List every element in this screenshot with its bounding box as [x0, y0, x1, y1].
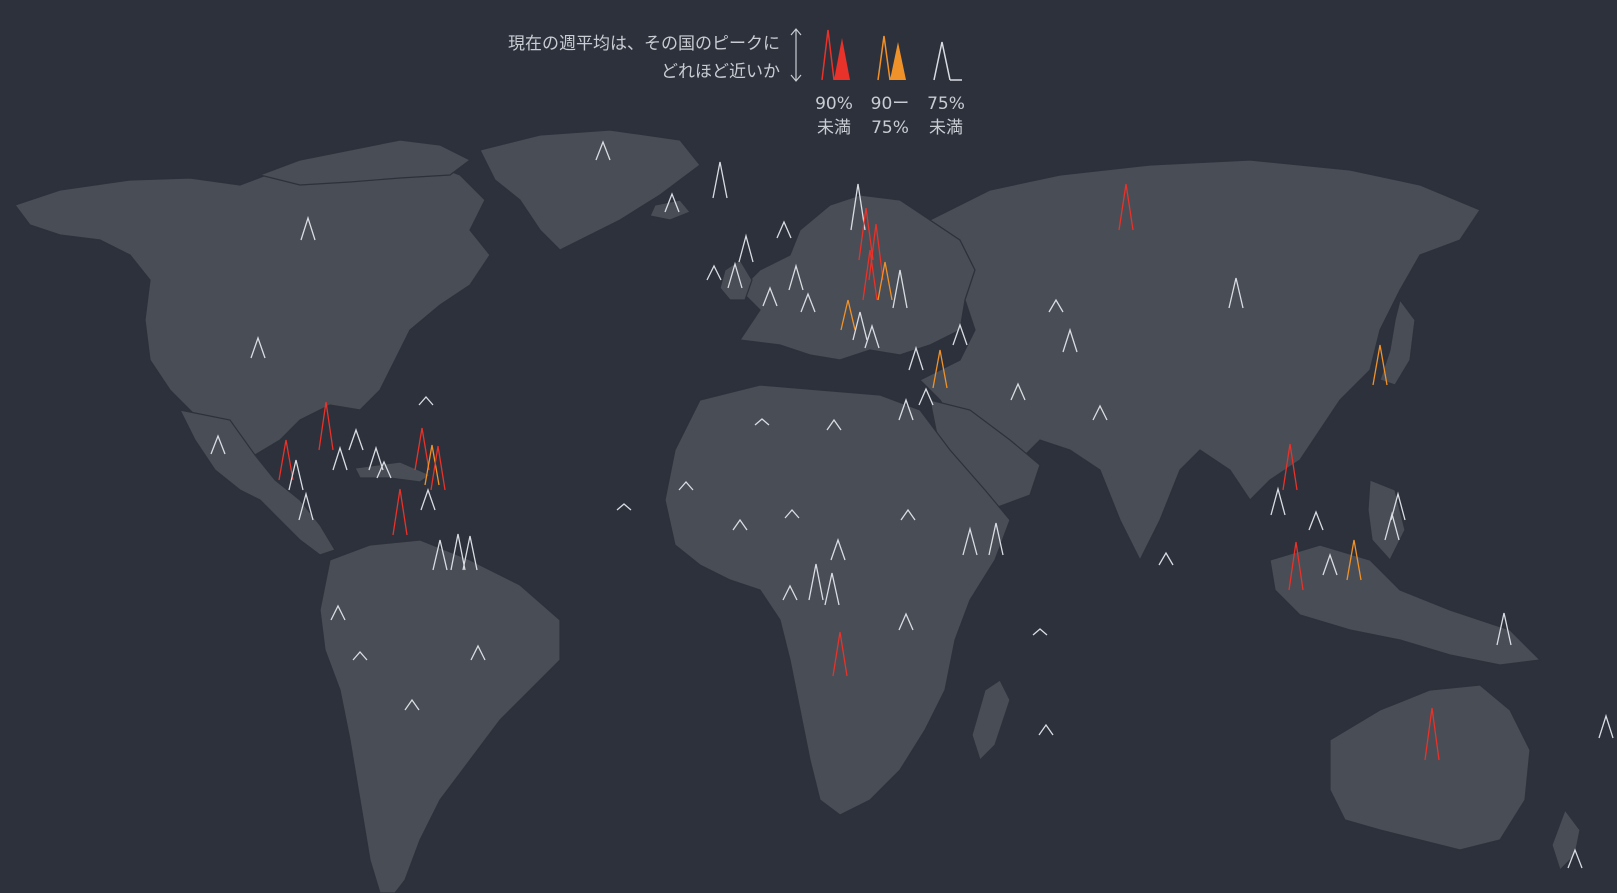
philippines-landmass	[1367, 479, 1406, 562]
peak-marker-low	[712, 161, 728, 199]
legend-title: 現在の週平均は、その国のピークに どれほど近いか	[400, 30, 780, 86]
peak-marker-low	[1270, 486, 1286, 516]
peak-marker-low	[1038, 723, 1054, 736]
legend-label-mid-line2: 75%	[871, 118, 909, 138]
south-america-landmass	[319, 539, 561, 893]
peak-marker-low	[1158, 551, 1174, 566]
land-masses	[14, 129, 1581, 893]
legend-label-high: 90% 未満	[804, 92, 864, 140]
peak-mid-icon	[877, 35, 906, 81]
peak-marker-low	[1308, 510, 1324, 531]
caribbean-landmass	[354, 461, 432, 483]
north-america-landmass	[14, 154, 491, 472]
peak-marker-low	[1598, 713, 1614, 739]
madagascar-landmass	[971, 679, 1011, 762]
peak-low-icon	[933, 41, 962, 81]
legend-label-mid: 90ー 75%	[860, 92, 920, 140]
legend-label-high-line1: 90%	[815, 94, 853, 114]
peak-high-icon	[821, 29, 850, 81]
new-zealand-landmass	[1551, 808, 1581, 872]
legend-title-line1: 現在の週平均は、その国のピークに	[508, 34, 780, 54]
double-arrow-icon	[790, 28, 802, 82]
maritime-southeast-asia-landmass	[1269, 544, 1542, 666]
legend-label-low-line1: 75%	[927, 94, 965, 114]
iceland-landmass	[649, 199, 691, 221]
peak-marker-low	[420, 488, 436, 511]
legend-label-low-line2: 未満	[929, 118, 963, 138]
peak-marker-low	[1032, 628, 1048, 636]
peak-marker-high	[278, 439, 294, 481]
peak-marker-low	[348, 428, 364, 451]
peak-marker-high	[392, 488, 408, 536]
australia-landmass	[1329, 684, 1531, 851]
peak-marker-low	[288, 459, 304, 491]
greenland-landmass	[479, 129, 701, 251]
peak-marker-low	[776, 220, 792, 239]
peak-marker-low	[706, 264, 722, 281]
legend-label-mid-line1: 90ー	[870, 94, 910, 114]
peak-marker-high	[414, 427, 430, 471]
legend-label-high-line2: 未満	[817, 118, 851, 138]
peak-marker-low	[738, 233, 754, 263]
peak-marker-low	[418, 396, 434, 406]
legend-label-low: 75% 未満	[916, 92, 976, 140]
peak-marker-low	[332, 445, 348, 471]
peak-marker-low	[616, 503, 632, 511]
legend-title-line2: どれほど近いか	[661, 62, 780, 82]
